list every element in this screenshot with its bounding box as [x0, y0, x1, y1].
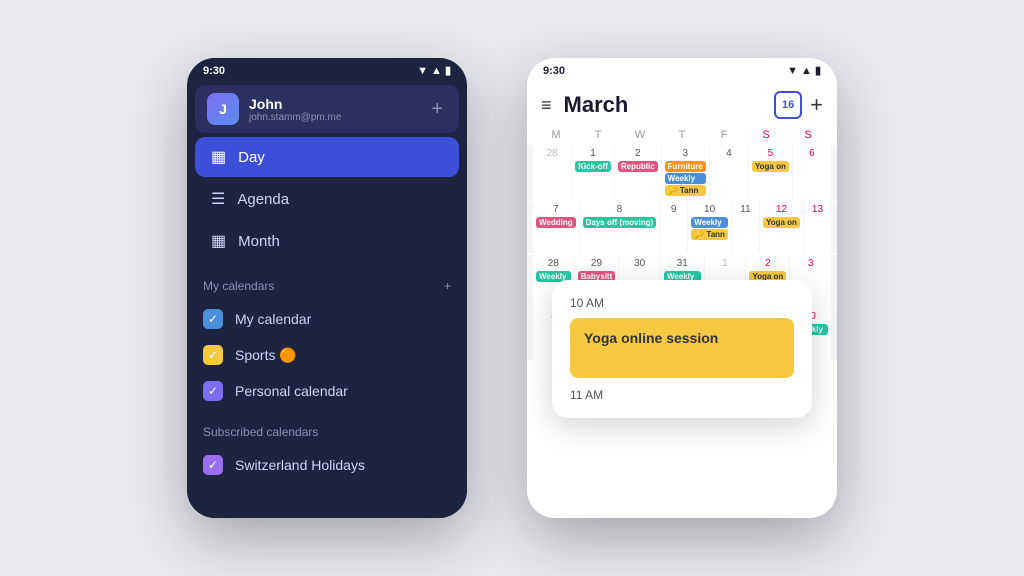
- day-s1: S: [745, 125, 787, 145]
- cell-3[interactable]: 3 Furniture Weekly 🔑 Tann: [662, 145, 709, 200]
- event-yoga-12[interactable]: Yoga on: [763, 217, 800, 228]
- user-info: John john.stamm@pm.me: [249, 96, 427, 123]
- cal-personal[interactable]: ✓ Personal calendar: [187, 373, 467, 409]
- week-1: 28 1 Kick-off 2 Republic 3 Furniture Wee…: [527, 145, 837, 200]
- my-cal-check: ✓: [203, 309, 223, 329]
- day-headers-row: M T W T F S S: [527, 125, 837, 145]
- cell-11[interactable]: 11: [732, 201, 759, 253]
- cell-8[interactable]: 8 Days off (moving): [580, 201, 660, 253]
- month-icon: ▦: [211, 231, 226, 251]
- nav-day-label: Day: [238, 149, 265, 166]
- event-tann-3[interactable]: 🔑 Tann: [665, 185, 706, 196]
- r-wifi: ▲: [801, 65, 812, 77]
- signal-icon: ▼: [417, 65, 428, 77]
- cell-5[interactable]: 5 Yoga on: [749, 145, 792, 200]
- date-badge[interactable]: 16: [774, 91, 802, 119]
- left-content: J John john.stamm@pm.me + ▦ Day ☰ Agenda…: [187, 85, 467, 518]
- nav-day[interactable]: ▦ Day: [195, 137, 459, 177]
- event-furniture[interactable]: Furniture: [665, 161, 706, 172]
- cal-my-calendar[interactable]: ✓ My calendar: [187, 301, 467, 337]
- right-time: 9:30: [543, 65, 565, 77]
- cell-4[interactable]: 4: [710, 145, 748, 200]
- nav-agenda-label: Agenda: [237, 191, 289, 208]
- cell-6[interactable]: 6: [793, 145, 831, 200]
- right-status-bar: 9:30 ▼ ▲ ▮: [527, 58, 837, 81]
- event-wedding[interactable]: Wedding: [536, 217, 576, 228]
- cell-28-prev[interactable]: 28: [533, 145, 571, 200]
- nav-month-label: Month: [238, 233, 280, 250]
- popup-time-start: 10 AM: [570, 296, 794, 310]
- cal-sports[interactable]: ✓ Sports 🟠: [187, 337, 467, 373]
- event-weekly-3[interactable]: Weekly: [665, 173, 706, 184]
- event-republic[interactable]: Republic: [618, 161, 658, 172]
- calendar-add-button[interactable]: +: [810, 92, 823, 118]
- cell-1[interactable]: 1 Kick-off: [572, 145, 614, 200]
- avatar: J: [207, 93, 239, 125]
- event-popup[interactable]: 10 AM Yoga online session 11 AM: [552, 280, 812, 418]
- user-name: John: [249, 96, 427, 112]
- calendar-header: ≡ March 16 +: [527, 81, 837, 125]
- menu-icon[interactable]: ≡: [541, 95, 552, 116]
- day-t2: T: [661, 125, 703, 145]
- wifi-icon: ▲: [431, 65, 442, 77]
- day-icon: ▦: [211, 147, 226, 167]
- cal-swiss[interactable]: ✓ Switzerland Holidays: [187, 447, 467, 483]
- sports-label: Sports 🟠: [235, 347, 297, 364]
- day-t1: T: [577, 125, 619, 145]
- cell-7[interactable]: 7 Wedding: [533, 201, 579, 253]
- cell-13[interactable]: 13: [804, 201, 831, 253]
- cell-9[interactable]: 9: [660, 201, 687, 253]
- r-signal: ▼: [787, 65, 798, 77]
- personal-label: Personal calendar: [235, 383, 348, 399]
- popup-time-end: 11 AM: [570, 388, 794, 402]
- event-weekly-10[interactable]: Weekly: [691, 217, 728, 228]
- left-time: 9:30: [203, 65, 225, 77]
- day-m: M: [535, 125, 577, 145]
- add-calendar-icon[interactable]: +: [444, 279, 451, 293]
- subscribed-header: Subscribed calendars: [187, 409, 467, 447]
- my-calendars-header: My calendars +: [187, 263, 467, 301]
- event-yoga-5[interactable]: Yoga on: [752, 161, 789, 172]
- sports-check: ✓: [203, 345, 223, 365]
- swiss-label: Switzerland Holidays: [235, 457, 365, 473]
- right-status-icons: ▼ ▲ ▮: [787, 64, 821, 77]
- left-phone: 9:30 ▼ ▲ ▮ J John john.stamm@pm.me + ▦ D…: [187, 58, 467, 518]
- agenda-icon: ☰: [211, 189, 225, 209]
- user-header[interactable]: J John john.stamm@pm.me +: [195, 85, 459, 133]
- cell-2[interactable]: 2 Republic: [615, 145, 661, 200]
- r-battery: ▮: [815, 64, 821, 77]
- my-cal-label: My calendar: [235, 311, 311, 327]
- user-email: john.stamm@pm.me: [249, 112, 427, 123]
- cell-12[interactable]: 12 Yoga on: [760, 201, 803, 253]
- day-s2: S: [787, 125, 829, 145]
- personal-check: ✓: [203, 381, 223, 401]
- week-2: 7 Wedding 8 Days off (moving) 9 10 Weekl…: [527, 201, 837, 253]
- right-phone: 9:30 ▼ ▲ ▮ ≡ March 16 + M T W T F S S 28: [527, 58, 837, 518]
- event-daysoff[interactable]: Days off (moving): [583, 217, 657, 228]
- day-f: F: [703, 125, 745, 145]
- battery-icon: ▮: [445, 64, 451, 77]
- swiss-check: ✓: [203, 455, 223, 475]
- calendar-title: March: [564, 92, 775, 118]
- day-w: W: [619, 125, 661, 145]
- event-tann-10[interactable]: 🔑 Tann: [691, 229, 728, 240]
- left-status-icons: ▼ ▲ ▮: [417, 64, 451, 77]
- cell-10[interactable]: 10 Weekly 🔑 Tann: [688, 201, 731, 253]
- nav-agenda[interactable]: ☰ Agenda: [195, 179, 459, 219]
- popup-event-label[interactable]: Yoga online session: [570, 318, 794, 378]
- event-kickoff[interactable]: Kick-off: [575, 161, 611, 172]
- add-account-button[interactable]: +: [427, 98, 447, 121]
- nav-month[interactable]: ▦ Month: [195, 221, 459, 261]
- left-status-bar: 9:30 ▼ ▲ ▮: [187, 58, 467, 81]
